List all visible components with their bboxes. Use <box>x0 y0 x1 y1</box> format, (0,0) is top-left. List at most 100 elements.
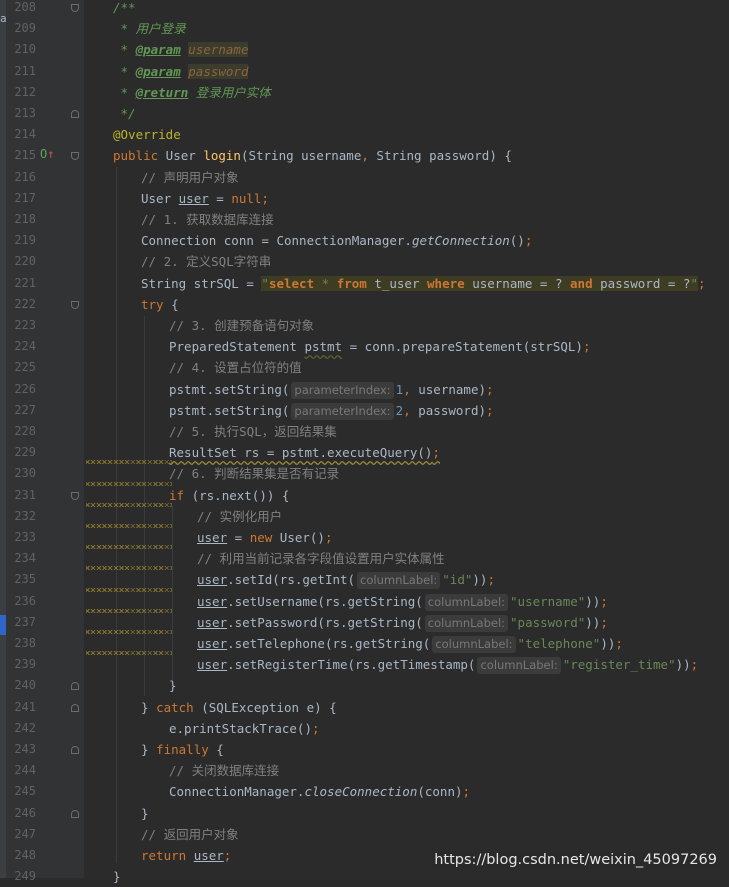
code-text: String strSQL = "select * from t_user wh… <box>141 275 706 291</box>
code-line[interactable]: 219 Connection conn = ConnectionManager.g… <box>0 230 729 251</box>
code-line[interactable]: 213 */ <box>0 103 729 124</box>
line-number: 219 <box>14 233 36 248</box>
line-number: 249 <box>14 869 36 884</box>
code-line[interactable]: 225 // 4. 设置占位符的值 <box>0 357 729 378</box>
fold-toggle-icon[interactable] <box>71 703 79 712</box>
code-line[interactable]: 217 User user = null; <box>0 188 729 209</box>
line-number: 243 <box>14 742 36 756</box>
code-text: ConnectionManager.closeConnection(conn); <box>169 784 471 800</box>
line-number: 234 <box>14 551 36 566</box>
code-line[interactable]: 215 public User login(String username, St… <box>0 145 729 166</box>
line-number: 229 <box>14 445 36 460</box>
code-text: */ <box>113 106 136 121</box>
code-text: Connection conn = ConnectionManager.getC… <box>141 233 533 249</box>
line-number: 241 <box>14 699 36 714</box>
code-line[interactable]: 208 /** <box>0 0 729 18</box>
code-line[interactable]: 226 pstmt.setString(parameterIndex: 1, use… <box>0 379 729 400</box>
code-line[interactable]: 227 pstmt.setString(parameterIndex: 2, pas… <box>0 400 729 421</box>
code-text: * @param password <box>113 63 249 79</box>
code-line[interactable]: 223 // 3. 创建预备语句对象 <box>0 315 729 336</box>
code-text: // 实例化用户 <box>197 508 283 524</box>
code-line[interactable]: 246} <box>0 803 729 824</box>
code-line[interactable]: 212 * @return 登录用户实体 <box>0 82 729 103</box>
code-line[interactable]: 228 // 5. 执行SQL，返回结果集 <box>0 421 729 442</box>
fold-toggle-icon[interactable] <box>71 682 79 691</box>
code-line[interactable]: 224 PreparedStatement pstmt = conn.prepar… <box>0 336 729 357</box>
code-line[interactable]: 220 // 2. 定义SQL字符串 <box>0 251 729 272</box>
line-number: 226 <box>14 381 36 396</box>
line-number: 220 <box>14 254 36 269</box>
line-number: 238 <box>14 636 36 650</box>
code-text: // 3. 创建预备语句对象 <box>169 318 315 333</box>
code-text: user.setRegisterTime(rs.getTimestamp(col… <box>197 657 699 675</box>
line-number: 227 <box>14 402 36 417</box>
line-number: 236 <box>14 593 36 608</box>
fold-toggle-icon[interactable] <box>71 152 79 161</box>
code-text: // 5. 执行SQL，返回结果集 <box>169 424 337 439</box>
code-line[interactable]: 247 // 返回用户对象 <box>0 824 729 845</box>
line-number: 248 <box>14 848 36 862</box>
warning-underline <box>86 566 172 571</box>
line-number: 213 <box>14 106 36 120</box>
line-number: 209 <box>14 21 36 36</box>
code-line[interactable]: 239 user.setRegisterTime(rs.getTimestamp(… <box>0 654 729 675</box>
code-line[interactable]: 242 e.printStackTrace(); <box>0 718 729 739</box>
code-text: } catch (SQLException e) { <box>141 699 337 715</box>
code-line[interactable]: 218 // 1. 获取数据库连接 <box>0 209 729 230</box>
code-text: // 关闭数据库连接 <box>169 763 280 779</box>
code-editor[interactable]: a O↑ 208/** 209 * 用户登录 210 * @param userna… <box>0 0 729 884</box>
code-line[interactable]: 249} <box>0 866 729 887</box>
line-number: 247 <box>14 826 36 841</box>
code-line[interactable]: 245 ConnectionManager.closeConnection(con… <box>0 781 729 802</box>
warning-underline <box>86 481 172 486</box>
warning-underline <box>86 587 172 592</box>
code-text: user.setTelephone(rs.getString(columnLab… <box>197 636 623 653</box>
code-text: } finally { <box>141 742 224 757</box>
warning-underline <box>86 630 172 634</box>
line-number: 230 <box>14 466 36 481</box>
code-line[interactable]: 240} <box>0 675 729 696</box>
code-text: pstmt.setString(parameterIndex: 2, passwo… <box>169 402 494 420</box>
fold-toggle-icon[interactable] <box>71 300 79 309</box>
fold-toggle-icon[interactable] <box>71 809 79 818</box>
code-text: // 声明用户对象 <box>141 169 239 185</box>
code-text: // 4. 设置占位符的值 <box>169 360 302 376</box>
code-text: // 利用当前记录各字段值设置用户实体属性 <box>197 551 445 567</box>
code-line[interactable]: 244 // 关闭数据库连接 <box>0 760 729 781</box>
line-number: 222 <box>14 296 36 311</box>
code-line[interactable]: 243 } finally { <box>0 739 729 760</box>
code-line[interactable]: 210 * @param username <box>0 39 729 60</box>
code-line[interactable]: 216 // 声明用户对象 <box>0 167 729 188</box>
line-number: 221 <box>14 275 36 290</box>
code-line[interactable]: 241 } catch (SQLException e) { <box>0 697 729 718</box>
fold-toggle-icon[interactable] <box>71 491 79 500</box>
fold-toggle-icon[interactable] <box>71 4 79 12</box>
warning-underline <box>86 608 172 613</box>
warning-underline <box>86 545 172 550</box>
warning-underline <box>86 460 172 465</box>
line-number: 240 <box>14 678 36 693</box>
line-number: 223 <box>14 318 36 332</box>
code-line[interactable]: 221 String strSQL = "select * from t_user… <box>0 273 729 294</box>
code-line[interactable]: 214 @Override <box>0 124 729 145</box>
line-number: 208 <box>14 0 36 14</box>
line-number: 245 <box>14 784 36 799</box>
code-text: if (rs.next()) { <box>169 487 290 503</box>
fold-toggle-icon[interactable] <box>71 746 79 754</box>
line-number: 228 <box>14 424 36 438</box>
code-line[interactable]: 222 try { <box>0 294 729 315</box>
code-text: } <box>113 869 121 885</box>
code-text: user.setUsername(rs.getString(columnLabe… <box>197 593 608 611</box>
fold-toggle-icon[interactable] <box>71 110 79 118</box>
code-line[interactable]: 211 * @param password <box>0 61 729 82</box>
line-number: 215 <box>14 148 36 163</box>
code-text: // 6. 判断结果集是否有记录 <box>169 466 340 482</box>
line-number: 218 <box>14 212 36 226</box>
watermark: https://blog.csdn.net/weixin_45097269 <box>432 852 719 868</box>
code-text: User user = null; <box>141 190 269 206</box>
line-number: 225 <box>14 360 36 375</box>
code-text: /** <box>113 0 136 15</box>
code-text: user = new User(); <box>197 530 333 545</box>
code-line[interactable]: 209 * 用户登录 <box>0 18 729 39</box>
line-number: 211 <box>14 63 36 78</box>
